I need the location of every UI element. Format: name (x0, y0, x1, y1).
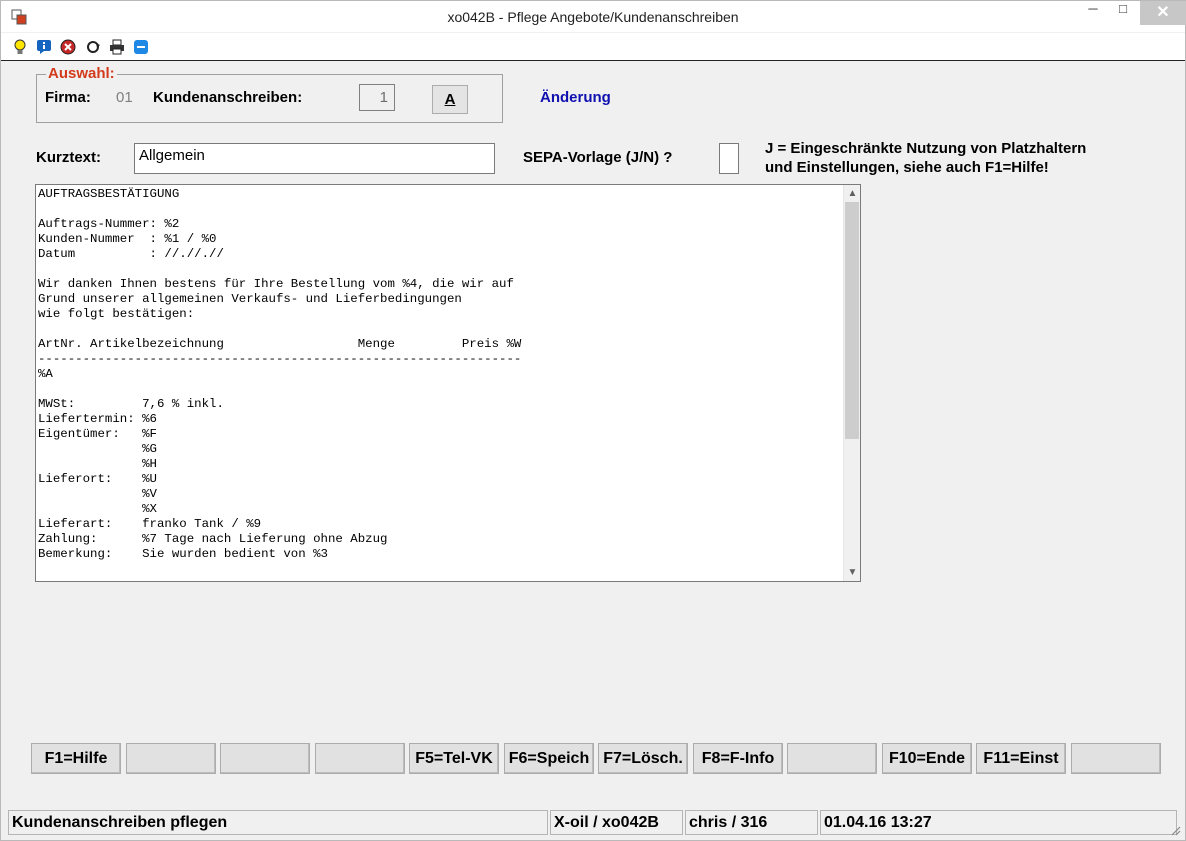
toolbar (1, 33, 1185, 61)
f6-save-button[interactable]: F6=Speich (504, 743, 594, 774)
f7-delete-button[interactable]: F7=Lösch. (598, 743, 688, 774)
note-line-1: J = Eingeschränkte Nutzung von Platzhalt… (765, 140, 1087, 157)
scrollbar-thumb[interactable] (845, 202, 859, 439)
lightbulb-icon[interactable] (12, 39, 28, 55)
mode-indicator: Änderung (540, 89, 611, 106)
print-icon[interactable] (109, 39, 125, 55)
f11-settings-button[interactable]: F11=Einst (976, 743, 1066, 774)
refresh-icon[interactable] (85, 39, 101, 55)
close-icon: ✕ (1156, 4, 1170, 21)
minimize-icon: ─ (1088, 1, 1098, 16)
function-button-4[interactable] (315, 743, 405, 774)
function-button-12[interactable] (1071, 743, 1161, 774)
sepa-input[interactable] (719, 143, 739, 174)
info-icon[interactable] (36, 39, 52, 55)
function-button-3[interactable] (220, 743, 310, 774)
scroll-down-arrow-icon[interactable]: ▼ (844, 564, 861, 581)
status-message: Kundenanschreiben pflegen (8, 810, 548, 835)
vertical-scrollbar[interactable]: ▲ ▼ (843, 185, 860, 581)
resize-grip-icon[interactable] (1169, 824, 1181, 836)
a-button[interactable]: A (432, 85, 468, 114)
f1-help-button[interactable]: F1=Hilfe (31, 743, 121, 774)
f5-tel-vk-button[interactable]: F5=Tel-VK (409, 743, 499, 774)
maximize-icon: □ (1119, 1, 1127, 16)
placeholder-note: J = Eingeschränkte Nutzung von Platzhalt… (765, 139, 1165, 177)
status-program: X-oil / xo042B (550, 810, 683, 835)
selection-legend: Auswahl: (46, 65, 117, 82)
scroll-up-arrow-icon[interactable]: ▲ (844, 185, 861, 202)
f8-info-button[interactable]: F8=F-Info (693, 743, 783, 774)
title-bar[interactable]: xo042B - Pflege Angebote/Kundenanschreib… (1, 1, 1186, 32)
sepa-label: SEPA-Vorlage (J/N) ? (523, 149, 673, 166)
window-title: xo042B - Pflege Angebote/Kundenanschreib… (447, 9, 739, 25)
kurztext-label: Kurztext: (36, 149, 102, 166)
firma-label: Firma: (45, 89, 91, 106)
letter-text[interactable]: AUFTRAGSBESTÄTIGUNG Auftrags-Nummer: %2 … (38, 187, 521, 562)
application-window: xo042B - Pflege Angebote/Kundenanschreib… (0, 0, 1186, 841)
letter-text-editor[interactable]: AUFTRAGSBESTÄTIGUNG Auftrags-Nummer: %2 … (35, 184, 861, 582)
status-datetime: 01.04.16 13:27 (820, 810, 1177, 835)
kundenanschreiben-field[interactable]: 1 (359, 84, 395, 111)
minus-icon[interactable] (133, 39, 149, 55)
maximize-button[interactable]: □ (1108, 1, 1138, 25)
function-button-9[interactable] (787, 743, 877, 774)
status-user: chris / 316 (685, 810, 818, 835)
kurztext-input[interactable]: Allgemein (134, 143, 495, 174)
close-button[interactable]: ✕ (1140, 1, 1186, 25)
cancel-icon[interactable] (60, 39, 76, 55)
function-button-2[interactable] (126, 743, 216, 774)
minimize-button[interactable]: ─ (1078, 1, 1108, 25)
firma-value: 01 (116, 89, 133, 106)
note-line-2: und Einstellungen, siehe auch F1=Hilfe! (765, 159, 1049, 176)
f10-end-button[interactable]: F10=Ende (882, 743, 972, 774)
kundenanschreiben-label: Kundenanschreiben: (153, 89, 303, 106)
